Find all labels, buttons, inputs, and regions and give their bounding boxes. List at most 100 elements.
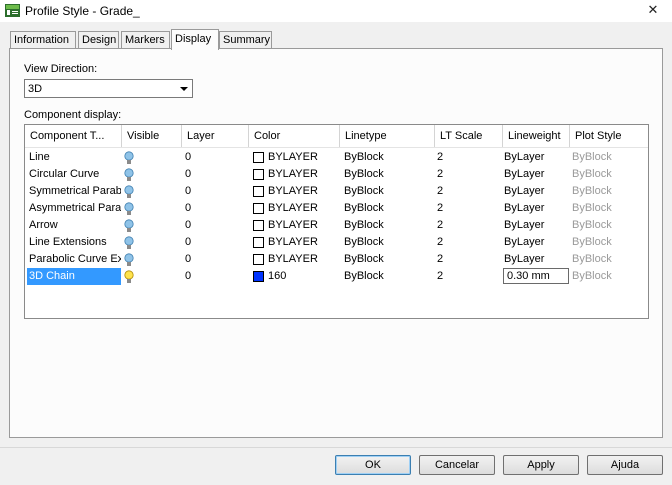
linetype-cell[interactable]: ByBlock — [344, 217, 424, 234]
view-direction-select[interactable]: 3D — [24, 79, 193, 98]
table-row[interactable]: Parabolic Curve Ex 0 BYLAYER ByBlock 2 ByLaye… — [25, 251, 648, 268]
lightbulb-off-icon[interactable] — [124, 185, 134, 199]
component-name-cell[interactable]: Circular Curve — [27, 166, 121, 183]
color-cell[interactable]: BYLAYER — [268, 149, 338, 166]
table-row[interactable]: Line Extensions 0 BYLAYER ByBlock 2 ByLayer By… — [25, 234, 648, 251]
tab-design[interactable]: Design — [78, 31, 119, 48]
lt-scale-cell[interactable]: 2 — [437, 166, 477, 183]
plot-style-cell[interactable]: ByBlock — [572, 268, 632, 285]
column-header-linetype[interactable]: Linetype — [340, 125, 435, 147]
table-row[interactable]: Line 0 BYLAYER ByBlock 2 ByLayer ByBlock — [25, 149, 648, 166]
ok-button[interactable]: OK — [335, 455, 411, 475]
color-swatch — [253, 237, 264, 248]
lineweight-edit-field[interactable]: 0.30 mm — [503, 268, 569, 284]
header-divider — [25, 147, 648, 148]
layer-cell[interactable]: 0 — [185, 183, 215, 200]
linetype-cell[interactable]: ByBlock — [344, 251, 424, 268]
lightbulb-off-icon[interactable] — [124, 202, 134, 216]
layer-cell[interactable]: 0 — [185, 251, 215, 268]
layer-cell[interactable]: 0 — [185, 149, 215, 166]
lineweight-cell[interactable]: ByLayer — [504, 149, 564, 166]
table-row[interactable]: 3D Chain 0 160 ByBlock 2 0.30 mm ByBlock — [25, 268, 648, 285]
linetype-cell[interactable]: ByBlock — [344, 183, 424, 200]
component-name-cell[interactable]: Parabolic Curve Ex — [27, 251, 121, 268]
tab-display[interactable]: Display — [171, 29, 219, 50]
tab-information[interactable]: Information — [10, 31, 76, 48]
color-cell[interactable]: 160 — [268, 268, 338, 285]
cancel-button[interactable]: Cancelar — [419, 455, 495, 475]
linetype-cell[interactable]: ByBlock — [344, 268, 424, 285]
lineweight-value: 0.30 mm — [507, 270, 550, 282]
component-name-cell[interactable]: 3D Chain — [27, 268, 121, 285]
lt-scale-cell[interactable]: 2 — [437, 268, 477, 285]
linetype-cell[interactable]: ByBlock — [344, 234, 424, 251]
title-bar[interactable]: Profile Style - Grade_ ✕ — [0, 0, 672, 22]
color-cell[interactable]: BYLAYER — [268, 200, 338, 217]
component-name-cell[interactable]: Line — [27, 149, 121, 166]
layer-cell[interactable]: 0 — [185, 200, 215, 217]
component-name-cell[interactable]: Asymmetrical Parab — [27, 200, 121, 217]
color-cell[interactable]: BYLAYER — [268, 234, 338, 251]
component-display-grid[interactable]: Component T... Visible Layer Color Linet… — [24, 124, 649, 319]
column-header-layer[interactable]: Layer — [182, 125, 249, 147]
plot-style-cell[interactable]: ByBlock — [572, 234, 632, 251]
layer-cell[interactable]: 0 — [185, 268, 215, 285]
apply-button[interactable]: Apply — [503, 455, 579, 475]
column-header-component[interactable]: Component T... — [25, 125, 122, 147]
lineweight-cell[interactable]: ByLayer — [504, 166, 564, 183]
lt-scale-cell[interactable]: 2 — [437, 251, 477, 268]
color-swatch — [253, 203, 264, 214]
column-header-lt-scale[interactable]: LT Scale — [435, 125, 503, 147]
tab-summary[interactable]: Summary — [219, 31, 272, 48]
footer-divider — [0, 447, 672, 448]
lightbulb-on-icon[interactable] — [124, 270, 134, 284]
column-header-lineweight[interactable]: Lineweight — [503, 125, 570, 147]
component-name-cell[interactable]: Symmetrical Parabo — [27, 183, 121, 200]
plot-style-cell[interactable]: ByBlock — [572, 217, 632, 234]
component-name-cell[interactable]: Line Extensions — [27, 234, 121, 251]
lt-scale-cell[interactable]: 2 — [437, 200, 477, 217]
layer-cell[interactable]: 0 — [185, 217, 215, 234]
column-header-color[interactable]: Color — [249, 125, 340, 147]
lightbulb-off-icon[interactable] — [124, 253, 134, 267]
linetype-cell[interactable]: ByBlock — [344, 200, 424, 217]
lineweight-cell[interactable]: ByLayer — [504, 183, 564, 200]
plot-style-cell[interactable]: ByBlock — [572, 149, 632, 166]
help-button[interactable]: Ajuda — [587, 455, 663, 475]
table-row[interactable]: Circular Curve 0 BYLAYER ByBlock 2 ByLayer ByB… — [25, 166, 648, 183]
column-header-visible[interactable]: Visible — [122, 125, 182, 147]
linetype-cell[interactable]: ByBlock — [344, 149, 424, 166]
lt-scale-cell[interactable]: 2 — [437, 234, 477, 251]
lineweight-cell[interactable]: ByLayer — [504, 251, 564, 268]
component-name-cell[interactable]: Arrow — [27, 217, 121, 234]
lineweight-cell[interactable]: ByLayer — [504, 217, 564, 234]
lt-scale-cell[interactable]: 2 — [437, 217, 477, 234]
lightbulb-off-icon[interactable] — [124, 236, 134, 250]
lightbulb-off-icon[interactable] — [124, 151, 134, 165]
color-cell[interactable]: BYLAYER — [268, 183, 338, 200]
lt-scale-cell[interactable]: 2 — [437, 149, 477, 166]
plot-style-cell[interactable]: ByBlock — [572, 183, 632, 200]
lightbulb-off-icon[interactable] — [124, 219, 134, 233]
lineweight-cell[interactable]: ByLayer — [504, 234, 564, 251]
close-button[interactable]: ✕ — [645, 3, 661, 17]
table-row[interactable]: Symmetrical Parabo 0 BYLAYER ByBlock 2 ByLaye… — [25, 183, 648, 200]
color-cell[interactable]: BYLAYER — [268, 251, 338, 268]
chevron-down-icon — [180, 87, 188, 91]
lineweight-cell[interactable]: ByLayer — [504, 200, 564, 217]
dialog-window: Profile Style - Grade_ ✕ Information Des… — [0, 0, 672, 485]
table-row[interactable]: Asymmetrical Parab 0 BYLAYER ByBlock 2 ByLaye… — [25, 200, 648, 217]
plot-style-cell[interactable]: ByBlock — [572, 166, 632, 183]
tab-markers[interactable]: Markers — [121, 31, 170, 48]
plot-style-cell[interactable]: ByBlock — [572, 251, 632, 268]
lt-scale-cell[interactable]: 2 — [437, 183, 477, 200]
layer-cell[interactable]: 0 — [185, 234, 215, 251]
color-cell[interactable]: BYLAYER — [268, 166, 338, 183]
table-row[interactable]: Arrow 0 BYLAYER ByBlock 2 ByLayer ByBlock — [25, 217, 648, 234]
layer-cell[interactable]: 0 — [185, 166, 215, 183]
column-header-plot-style[interactable]: Plot Style — [570, 125, 638, 147]
color-cell[interactable]: BYLAYER — [268, 217, 338, 234]
plot-style-cell[interactable]: ByBlock — [572, 200, 632, 217]
linetype-cell[interactable]: ByBlock — [344, 166, 424, 183]
lightbulb-off-icon[interactable] — [124, 168, 134, 182]
